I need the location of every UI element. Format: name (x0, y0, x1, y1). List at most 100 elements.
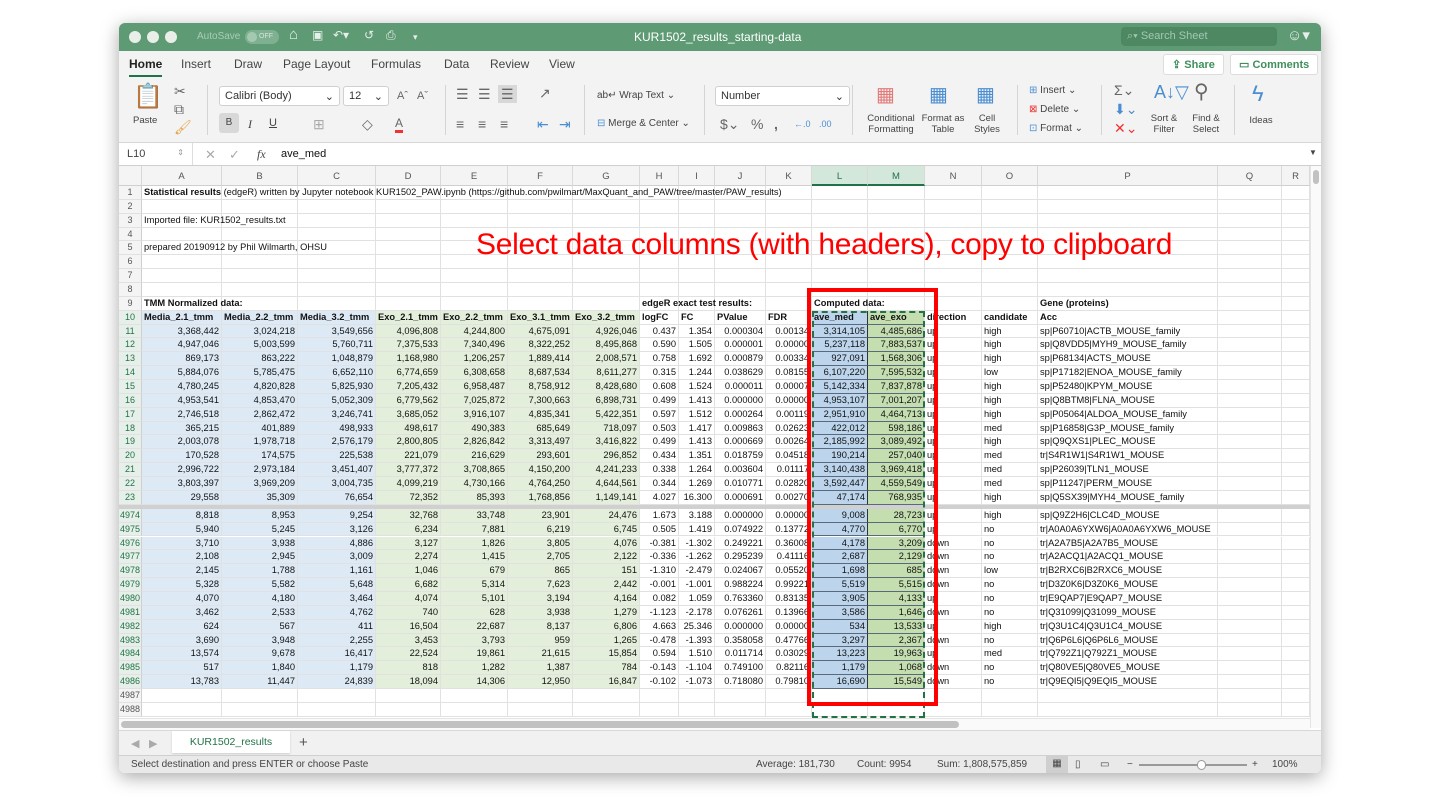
cell-b4977[interactable]: 2,945 (222, 550, 298, 565)
cell-f4981[interactable]: 3,938 (508, 605, 573, 620)
cell-e8[interactable] (441, 283, 508, 297)
cell-n18[interactable]: up (925, 421, 982, 436)
row-header[interactable]: 20 (119, 449, 142, 464)
cell-a10[interactable]: Media_2.1_tmm (142, 310, 222, 325)
cell-o23[interactable]: high (982, 490, 1038, 505)
cell-m4988[interactable] (868, 702, 925, 717)
cell-p11[interactable]: sp|P60710|ACTB_MOUSE_family (1038, 324, 1218, 339)
row-header[interactable]: 4977 (119, 550, 142, 565)
cell-d4979[interactable]: 6,682 (376, 578, 441, 592)
cell-o4988[interactable] (982, 702, 1038, 717)
cell-l4982[interactable]: 534 (812, 619, 868, 634)
cell-e4988[interactable] (441, 702, 508, 717)
cell-o4987[interactable] (982, 688, 1038, 703)
cell-g4988[interactable] (573, 702, 640, 717)
cell-r23[interactable] (1282, 490, 1310, 505)
cell-f12[interactable]: 8,322,252 (508, 338, 573, 353)
cell-r4981[interactable] (1282, 605, 1310, 620)
cell-q4[interactable] (1218, 227, 1282, 242)
cell-f15[interactable]: 8,758,912 (508, 380, 573, 394)
cell-f17[interactable]: 4,835,341 (508, 407, 573, 422)
cell-f10[interactable]: Exo_3.1_tmm (508, 310, 573, 325)
cell-l1[interactable] (812, 186, 868, 200)
cell-k4976[interactable]: 0.36008 (766, 536, 812, 551)
cell-q20[interactable] (1218, 449, 1282, 464)
cell-q4981[interactable] (1218, 605, 1282, 620)
cell-q4988[interactable] (1218, 702, 1282, 717)
cell-d15[interactable]: 7,205,432 (376, 380, 441, 394)
cell-a1[interactable]: Statistical results (edgeR) written by J… (142, 186, 782, 200)
comments-button[interactable]: ▭ Comments (1230, 54, 1319, 75)
cell-l23[interactable]: 47,174 (812, 490, 868, 505)
cell-d18[interactable]: 498,617 (376, 421, 441, 436)
cell-g4981[interactable]: 1,279 (573, 605, 640, 620)
cell-b6[interactable] (222, 255, 298, 270)
cell-m4983[interactable]: 2,367 (868, 633, 925, 648)
cell-f23[interactable]: 1,768,856 (508, 490, 573, 505)
cell-q13[interactable] (1218, 352, 1282, 367)
row-header[interactable]: 16 (119, 393, 142, 408)
column-header-e[interactable]: E (441, 166, 508, 186)
cell-c4987[interactable] (298, 688, 376, 703)
clear-icon[interactable]: ✕⌄ (1114, 121, 1137, 135)
cell-a4979[interactable]: 5,328 (142, 578, 222, 592)
cell-i16[interactable]: 1.413 (679, 393, 715, 408)
cell-l22[interactable]: 3,592,447 (812, 477, 868, 491)
cell-r8[interactable] (1282, 283, 1310, 297)
cell-i2[interactable] (679, 199, 715, 214)
cell-g4982[interactable]: 6,806 (573, 619, 640, 634)
cell-k4975[interactable]: 0.13772 (766, 522, 812, 537)
cell-o1[interactable] (982, 186, 1038, 200)
cell-g8[interactable] (573, 283, 640, 297)
cell-j4984[interactable]: 0.011714 (715, 647, 766, 662)
row-header[interactable]: 5 (119, 241, 142, 256)
cell-q21[interactable] (1218, 463, 1282, 478)
row-header[interactable]: 10 (119, 310, 142, 325)
cell-i10[interactable]: FC (679, 310, 715, 325)
cell-q4979[interactable] (1218, 578, 1282, 592)
cell-q17[interactable] (1218, 407, 1282, 422)
cell-c18[interactable]: 498,933 (298, 421, 376, 436)
cell-r20[interactable] (1282, 449, 1310, 464)
cell-q4980[interactable] (1218, 591, 1282, 606)
ideas-button[interactable]: Ideas (1244, 115, 1278, 126)
cell-j7[interactable] (715, 269, 766, 284)
font-color-icon[interactable]: A (395, 116, 404, 133)
cell-j10[interactable]: PValue (715, 310, 766, 325)
cell-i4988[interactable] (679, 702, 715, 717)
cell-i13[interactable]: 1.692 (679, 352, 715, 367)
cell-n19[interactable]: up (925, 435, 982, 450)
cell-p4977[interactable]: tr|A2ACQ1|A2ACQ1_MOUSE (1038, 550, 1218, 565)
cell-q22[interactable] (1218, 477, 1282, 491)
cell-h17[interactable]: 0.597 (640, 407, 679, 422)
row-header[interactable]: 4978 (119, 564, 142, 579)
cell-i4980[interactable]: 1.059 (679, 591, 715, 606)
cell-c23[interactable]: 76,654 (298, 490, 376, 505)
cell-p4983[interactable]: tr|Q6P6L6|Q6P6L6_MOUSE (1038, 633, 1218, 648)
cell-q11[interactable] (1218, 324, 1282, 339)
align-center-icon[interactable]: ≡ (478, 117, 486, 131)
cell-g21[interactable]: 4,241,233 (573, 463, 640, 478)
sort-filter-button[interactable]: Sort & Filter (1144, 113, 1184, 135)
cell-q4984[interactable] (1218, 647, 1282, 662)
tab-formulas[interactable]: Formulas (371, 57, 421, 71)
cell-k4979[interactable]: 0.99221 (766, 578, 812, 592)
cell-d5[interactable] (376, 241, 441, 256)
cell-h18[interactable]: 0.503 (640, 421, 679, 436)
cell-o4980[interactable]: no (982, 591, 1038, 606)
cell-k4986[interactable]: 0.79810 (766, 675, 812, 689)
cell-i4985[interactable]: -1.104 (679, 661, 715, 676)
cell-e11[interactable]: 4,244,800 (441, 324, 508, 339)
cell-k4984[interactable]: 0.03029 (766, 647, 812, 662)
cell-g4975[interactable]: 6,745 (573, 522, 640, 537)
cell-h4979[interactable]: -0.001 (640, 578, 679, 592)
cell-f13[interactable]: 1,889,414 (508, 352, 573, 367)
cell-i4977[interactable]: -1.262 (679, 550, 715, 565)
cell-m23[interactable]: 768,935 (868, 490, 925, 505)
cell-p20[interactable]: tr|S4R1W1|S4R1W1_MOUSE (1038, 449, 1218, 464)
cell-d4978[interactable]: 1,046 (376, 564, 441, 579)
cell-c4983[interactable]: 2,255 (298, 633, 376, 648)
cell-a4978[interactable]: 2,145 (142, 564, 222, 579)
cell-a21[interactable]: 2,996,722 (142, 463, 222, 478)
cell-n14[interactable]: up (925, 366, 982, 381)
